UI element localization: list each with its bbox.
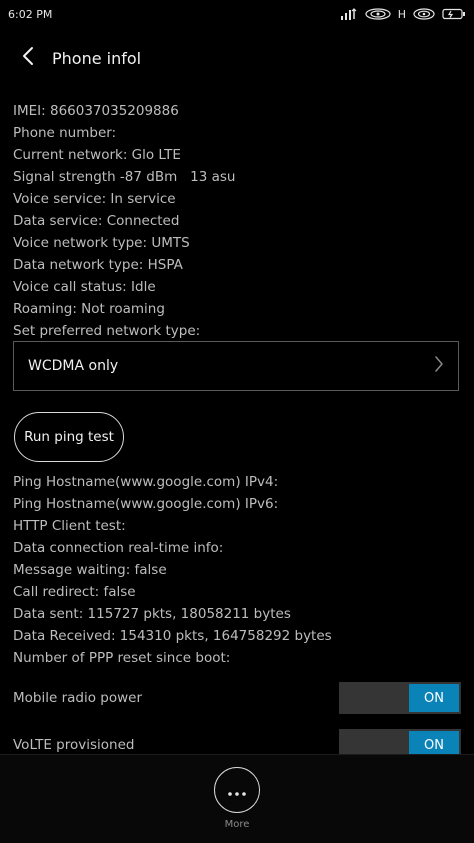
connection-info-list: Ping Hostname(www.google.com) IPv4: Ping… xyxy=(13,471,463,669)
status-time: 6:02 PM xyxy=(8,7,53,21)
toggle-row-mobile-radio: Mobile radio power ON xyxy=(13,681,461,715)
chevron-left-icon xyxy=(21,46,35,70)
preferred-network-value: WCDMA only xyxy=(28,358,119,374)
info-data-sent: Data sent: 115727 pkts, 18058211 bytes xyxy=(13,606,291,622)
header: Phone infol xyxy=(0,36,474,80)
info-voice-call-status: Voice call status: Idle xyxy=(13,279,156,295)
info-roaming: Roaming: Not roaming xyxy=(13,301,165,317)
mobile-radio-toggle[interactable]: ON xyxy=(339,682,461,714)
battery-icon xyxy=(442,8,466,20)
network-type-label: H xyxy=(397,7,406,21)
info-voice-network-type: Voice network type: UMTS xyxy=(13,235,190,251)
chevron-right-icon xyxy=(434,355,444,377)
toggle-label-mobile-radio: Mobile radio power xyxy=(13,690,142,706)
preferred-network-select[interactable]: WCDMA only xyxy=(13,341,459,391)
toggle-label-volte: VoLTE provisioned xyxy=(13,737,135,753)
info-ppp-reset: Number of PPP reset since boot: xyxy=(13,650,231,666)
info-data-network-type: Data network type: HSPA xyxy=(13,257,183,273)
signal-icon-2 xyxy=(364,8,392,20)
info-signal-strength: Signal strength -87 dBm 13 asu xyxy=(13,169,236,185)
info-message-waiting: Message waiting: false xyxy=(13,562,167,578)
more-button[interactable] xyxy=(214,767,260,813)
info-ping-ipv4: Ping Hostname(www.google.com) IPv4: xyxy=(13,474,279,490)
signal-icon xyxy=(340,8,358,20)
phone-info-list: IMEI: 866037035209886 Phone number: Curr… xyxy=(13,100,463,342)
status-bar: 6:02 PM H xyxy=(0,0,474,28)
page-title: Phone infol xyxy=(52,48,142,68)
wifi-icon xyxy=(412,8,436,20)
run-ping-test-button[interactable]: Run ping test xyxy=(14,412,124,462)
back-button[interactable] xyxy=(12,42,44,74)
bottom-action-bar: More xyxy=(0,754,474,843)
info-data-service: Data service: Connected xyxy=(13,213,180,229)
info-call-redirect: Call redirect: false xyxy=(13,584,136,600)
more-label: More xyxy=(224,819,250,830)
info-imei: IMEI: 866037035209886 xyxy=(13,103,179,119)
info-phone-number: Phone number: xyxy=(13,125,117,141)
info-http-client-test: HTTP Client test: xyxy=(13,518,126,534)
toggle-on-indicator: ON xyxy=(409,684,459,712)
info-ping-ipv6: Ping Hostname(www.google.com) IPv6: xyxy=(13,496,279,512)
info-data-received: Data Received: 154310 pkts, 164758292 by… xyxy=(13,628,332,644)
info-voice-service: Voice service: In service xyxy=(13,191,176,207)
info-current-network: Current network: Glo LTE xyxy=(13,147,181,163)
more-dots-icon xyxy=(228,781,246,800)
status-icons: H xyxy=(340,8,466,21)
info-preferred-network-label: Set preferred network type: xyxy=(13,323,201,339)
info-data-connection: Data connection real-time info: xyxy=(13,540,224,556)
